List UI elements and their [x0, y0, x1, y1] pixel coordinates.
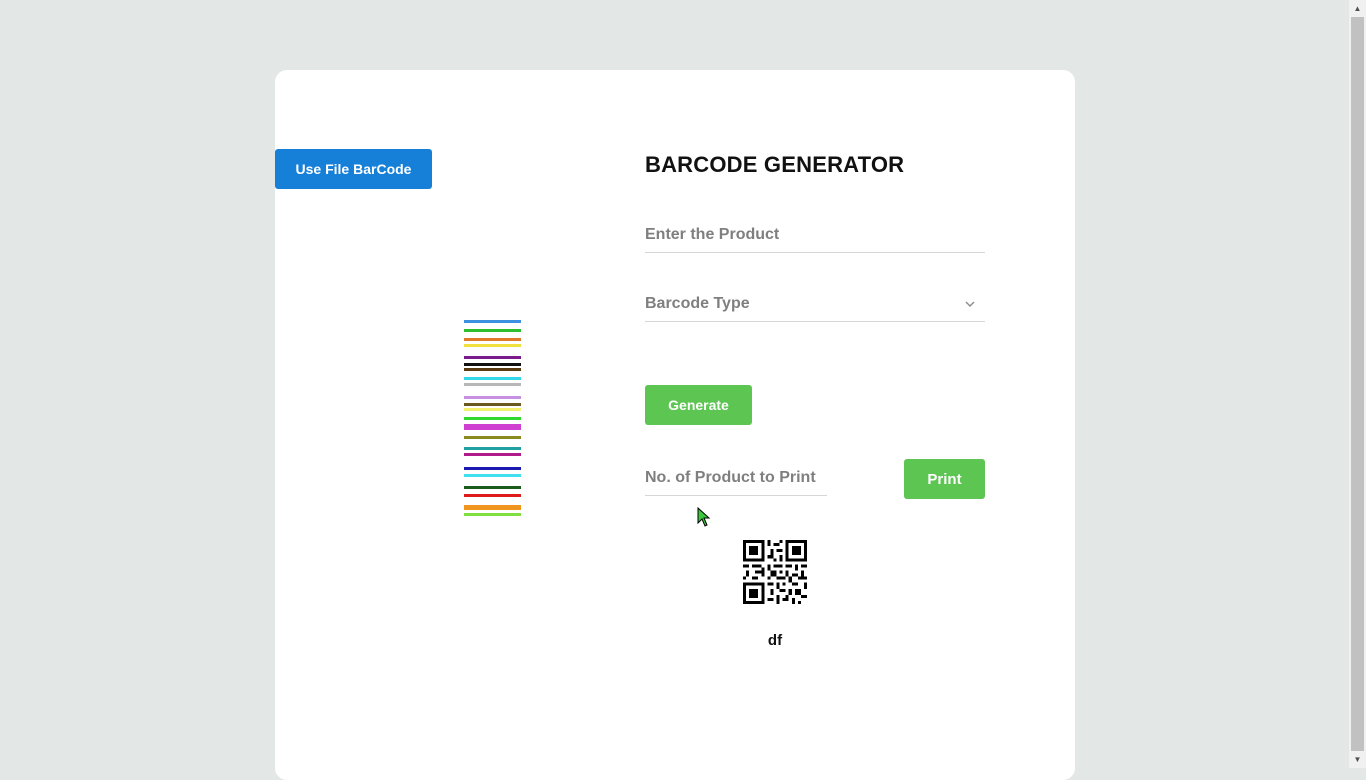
- qr-code-label: df: [767, 632, 783, 649]
- scroll-down-arrow-icon[interactable]: ▼: [1349, 751, 1366, 768]
- barcode-stripes-svg: [464, 320, 521, 516]
- generate-button[interactable]: Generate: [645, 385, 752, 425]
- use-file-barcode-button[interactable]: Use File BarCode: [275, 149, 432, 189]
- barcode-type-placeholder: Barcode Type: [645, 295, 750, 312]
- barcode-type-select[interactable]: Barcode Type: [645, 287, 985, 322]
- print-button[interactable]: Print: [904, 459, 985, 499]
- scroll-up-arrow-icon[interactable]: ▲: [1349, 0, 1366, 17]
- barcode-stripes-illustration: [464, 320, 521, 520]
- chevron-down-icon: [965, 301, 975, 307]
- product-field[interactable]: [645, 218, 985, 253]
- page-scrollbar[interactable]: ▲ ▼: [1349, 0, 1366, 768]
- quantity-field[interactable]: [645, 461, 827, 496]
- page-title: BARCODE GENERATOR: [645, 152, 905, 177]
- scrollbar-thumb[interactable]: [1351, 17, 1364, 751]
- qr-code-icon: [743, 540, 807, 604]
- mouse-cursor-icon: [697, 507, 711, 527]
- barcode-card: Use File BarCode BARCODE GENERATOR Enter…: [275, 70, 1075, 780]
- product-input[interactable]: [645, 226, 985, 244]
- quantity-input[interactable]: [645, 469, 827, 487]
